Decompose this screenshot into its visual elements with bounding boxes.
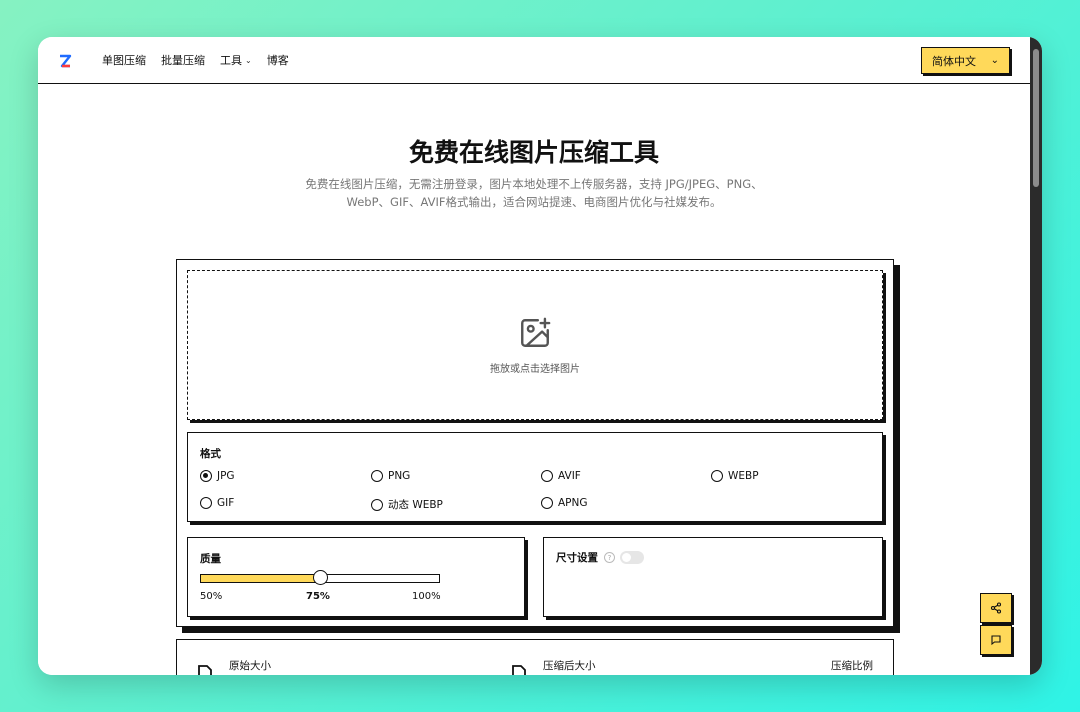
message-icon: [991, 635, 1001, 646]
chevron-down-icon: ⌄: [245, 55, 252, 65]
upload-hint: 拖放或点击选择图片: [490, 363, 580, 375]
file-icon: [512, 665, 526, 675]
format-option-apng[interactable]: APNG: [541, 497, 588, 509]
page-description: 免费在线图片压缩，无需注册登录，图片本地处理不上传服务器，支持 JPG/JPEG…: [278, 175, 790, 211]
format-option-png[interactable]: PNG: [371, 470, 410, 482]
compressed-size-label: 压缩后大小: [543, 660, 596, 672]
format-option-animated-webp[interactable]: 动态 WEBP: [371, 497, 443, 512]
scrollbar[interactable]: [1030, 37, 1042, 675]
nav-blog[interactable]: 博客: [267, 52, 289, 68]
nav-label: 工具: [220, 54, 242, 67]
nav-label: 博客: [266, 54, 289, 67]
page-title: 免费在线图片压缩工具: [408, 138, 659, 167]
nav-label: 单图压缩: [102, 54, 146, 67]
logo-icon[interactable]: [58, 53, 72, 68]
stats-card: 原始大小 压缩后大小 压缩比例: [176, 639, 894, 675]
size-settings-toggle[interactable]: [620, 551, 644, 564]
top-nav: 单图压缩 批量压缩 工具 ⌄ 博客 简体中文 ⌄: [38, 37, 1030, 84]
quality-section: 质量 50% 75% 100%: [187, 537, 525, 617]
scrollbar-thumb[interactable]: [1033, 49, 1039, 187]
option-label: GIF: [217, 497, 235, 509]
radio-icon: [200, 497, 212, 509]
option-label: PNG: [388, 470, 411, 482]
compression-ratio-label: 压缩比例: [831, 660, 873, 672]
radio-icon: [541, 497, 553, 509]
quality-current-label: 75%: [306, 591, 330, 602]
radio-selected-icon: [200, 470, 212, 482]
quality-max-label: 100%: [412, 591, 441, 602]
language-label: 简体中文: [932, 54, 976, 68]
language-select[interactable]: 简体中文 ⌄: [921, 47, 1010, 74]
compress-card: 拖放或点击选择图片 格式 JPG PNG AVIF WEBP GIF 动态 WE…: [176, 259, 894, 627]
format-option-webp[interactable]: WEBP: [711, 470, 759, 482]
nav-label: 批量压缩: [161, 54, 205, 67]
format-option-avif[interactable]: AVIF: [541, 470, 581, 482]
page: 单图压缩 批量压缩 工具 ⌄ 博客 简体中文 ⌄ 免费在线图片压缩工具 免费在线图…: [38, 37, 1030, 675]
option-label: WEBP: [728, 470, 759, 482]
image-add-icon: [521, 317, 551, 347]
description-line: 免费在线图片压缩，无需注册登录，图片本地处理不上传服务器，支持 JPG/JPEG…: [305, 177, 763, 191]
radio-icon: [371, 470, 383, 482]
original-size-label: 原始大小: [229, 660, 271, 672]
option-label: AVIF: [558, 470, 581, 482]
quality-title: 质量: [200, 553, 221, 565]
radio-icon: [371, 498, 383, 511]
feedback-button[interactable]: [980, 625, 1012, 655]
format-section: 格式 JPG PNG AVIF WEBP GIF 动态 WEBP APNG: [187, 432, 883, 522]
chevron-down-icon: ⌄: [990, 55, 999, 66]
size-settings-title: 尺寸设置: [556, 552, 598, 564]
share-icon: [990, 602, 1002, 614]
radio-icon: [541, 470, 553, 482]
slider-handle[interactable]: [313, 570, 328, 585]
nav-tools[interactable]: 工具 ⌄: [220, 52, 252, 68]
share-button[interactable]: [980, 593, 1012, 623]
quality-slider[interactable]: [200, 570, 440, 585]
format-option-gif[interactable]: GIF: [200, 497, 234, 509]
option-label: APNG: [558, 497, 588, 509]
slider-fill: [201, 575, 320, 582]
nav-single-compress[interactable]: 单图压缩: [102, 52, 146, 68]
size-settings-section: 尺寸设置 ?: [543, 537, 883, 617]
format-option-jpg[interactable]: JPG: [200, 470, 235, 482]
size-settings-header: 尺寸设置 ?: [556, 550, 644, 565]
option-label: JPG: [217, 470, 235, 482]
file-icon: [198, 665, 212, 675]
browser-window: 单图压缩 批量压缩 工具 ⌄ 博客 简体中文 ⌄ 免费在线图片压缩工具 免费在线图…: [38, 37, 1042, 675]
nav-batch-compress[interactable]: 批量压缩: [161, 52, 205, 68]
format-title: 格式: [200, 448, 221, 460]
description-line: WebP、GIF、AVIF格式输出，适合网站提速、电商图片优化与社媒发布。: [346, 195, 722, 209]
option-label: 动态 WEBP: [388, 499, 443, 511]
quality-min-label: 50%: [200, 591, 223, 602]
upload-dropzone[interactable]: 拖放或点击选择图片: [187, 270, 883, 420]
radio-icon: [711, 470, 723, 482]
question-circle-icon[interactable]: ?: [604, 552, 615, 563]
